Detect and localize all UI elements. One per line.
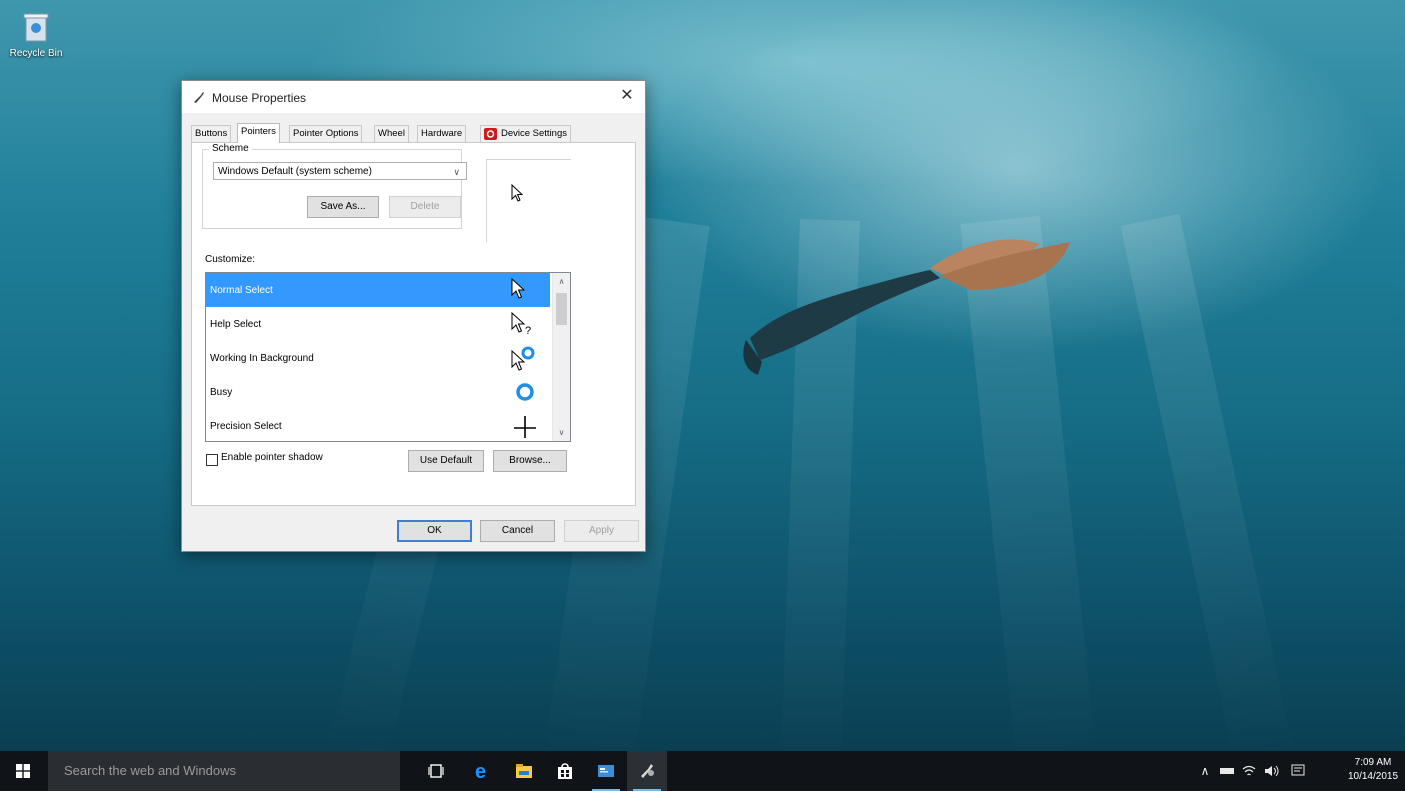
close-icon[interactable]: ✕ [609,81,645,113]
scheme-select-value: Windows Default (system scheme) [218,166,372,177]
mouse-settings-button[interactable] [627,751,667,791]
diver-image [743,239,1070,375]
scroll-up-icon[interactable]: ∧ [553,273,570,290]
title-bar[interactable]: Mouse Properties ✕ [182,81,645,113]
svg-text:?: ? [525,325,531,337]
mouse-icon [194,92,204,103]
list-item-label: Normal Select [210,285,273,296]
search-box[interactable]: Search the web and Windows [48,751,400,791]
use-default-button[interactable]: Use Default [408,450,484,472]
tab-device-settings-label: Device Settings [501,128,568,139]
volume-icon[interactable] [1261,751,1283,791]
tab-wheel[interactable]: Wheel [374,125,409,142]
pointer-shadow-checkbox[interactable] [206,454,218,466]
network-icon[interactable] [1217,751,1237,791]
chevron-down-icon: ∨ [453,167,460,177]
store-button[interactable] [545,751,585,791]
taskbar: Search the web and Windows e ∧ 7:09 AM 1… [0,751,1405,791]
tab-pointers[interactable]: Pointers [237,123,280,143]
scheme-group: Scheme Windows Default (system scheme) ∨… [202,143,467,229]
windows-icon [16,764,30,778]
pointers-panel: Scheme Windows Default (system scheme) ∨… [191,142,636,506]
browse-button[interactable]: Browse... [493,450,567,472]
mail-icon [598,765,614,777]
busy-cursor-icon [516,383,534,401]
list-item-label: Help Select [210,319,262,330]
tab-hardware[interactable]: Hardware [417,125,467,142]
list-scrollbar[interactable]: ∧ ∨ [552,273,570,441]
arrow-cursor-icon [511,277,526,299]
ok-button[interactable]: OK [397,520,472,542]
list-item-label: Precision Select [210,421,282,432]
clock-time: 7:09 AM [1354,757,1392,768]
task-view-icon [428,764,444,778]
help-cursor-icon: ? [511,311,531,337]
file-explorer-icon [516,764,532,778]
scheme-legend: Scheme [209,143,252,154]
crosshair-cursor-icon [514,416,536,438]
list-item[interactable]: Precision Select [206,409,550,441]
dialog-title: Mouse Properties [212,91,307,105]
edge-button[interactable]: e [463,751,503,791]
list-item[interactable]: Busy [206,375,550,409]
customize-label: Customize: [205,254,256,265]
wifi-icon[interactable] [1239,751,1259,791]
arrow-cursor-icon [511,184,524,202]
file-explorer-button[interactable] [504,751,544,791]
scroll-down-icon[interactable]: ∨ [553,424,570,441]
svg-text:e: e [475,761,486,781]
task-view-button[interactable] [416,751,456,791]
scroll-thumb[interactable] [556,293,567,325]
start-button[interactable] [0,751,48,791]
list-item[interactable]: Normal Select [206,273,550,307]
list-item[interactable]: Help Select ? [206,307,550,341]
synaptics-icon [484,128,497,140]
tab-buttons[interactable]: Buttons [191,125,232,142]
mail-button[interactable] [586,751,626,791]
cursor-list[interactable]: Normal Select Help Select ? Working In B… [205,272,571,442]
list-item-label: Busy [210,387,233,398]
list-item-label: Working In Background [210,353,314,364]
tab-pointer-options[interactable]: Pointer Options [289,125,363,142]
recycle-bin-label: Recycle Bin [9,48,63,59]
pointer-shadow-label: Enable pointer shadow [221,452,323,463]
recycle-bin-shortcut[interactable]: Recycle Bin [8,12,64,59]
clock[interactable]: 7:09 AM 10/14/2015 [1347,756,1399,784]
store-icon [558,763,572,779]
save-as-button[interactable]: Save As... [307,196,379,218]
working-cursor-icon [511,346,535,371]
mouse-properties-dialog: Mouse Properties ✕ Buttons Pointers Poin… [181,80,646,552]
mouse-settings-icon [641,764,654,778]
delete-button[interactable]: Delete [389,196,461,218]
recycle-bin-icon [23,12,49,42]
tab-device-settings[interactable]: Device Settings [480,125,572,142]
action-center-icon[interactable] [1287,751,1309,791]
apply-button[interactable]: Apply [564,520,639,542]
cancel-button[interactable]: Cancel [480,520,555,542]
cursor-preview [486,159,571,242]
list-item[interactable]: Working In Background [206,341,550,375]
chevron-up-icon[interactable]: ∧ [1195,751,1215,791]
scheme-select[interactable]: Windows Default (system scheme) ∨ [213,162,467,180]
system-tray: ∧ 7:09 AM 10/14/2015 [1195,751,1405,791]
edge-icon: e [475,761,486,781]
clock-date: 10/14/2015 [1347,771,1399,782]
